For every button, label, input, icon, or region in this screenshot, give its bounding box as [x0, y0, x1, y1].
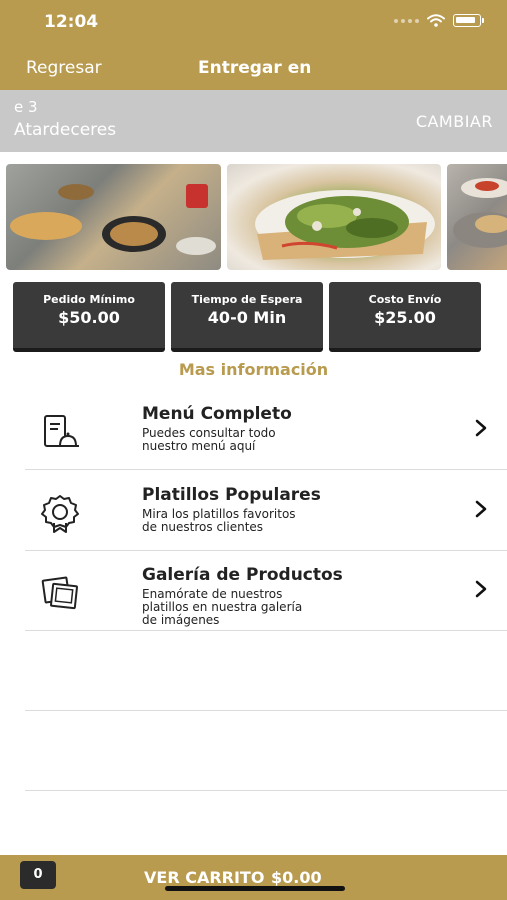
card-value: $50.00: [58, 308, 120, 327]
status-icons: [394, 14, 484, 27]
row-description: Mira los platillos favoritos de nuestros…: [142, 507, 296, 534]
wifi-icon: [427, 14, 445, 27]
row-description: Enamórate de nuestros platillos en nuest…: [142, 587, 303, 627]
menu-row-popular-dishes[interactable]: Platillos Populares Mira los platillos f…: [25, 471, 507, 551]
food-photo[interactable]: [6, 164, 221, 270]
back-button[interactable]: Regresar: [26, 58, 102, 78]
award-ribbon-icon: [41, 495, 79, 533]
cart-count-badge: 0: [20, 861, 56, 889]
menu-row-full-menu[interactable]: Menú Completo Puedes consultar todo nues…: [25, 390, 507, 470]
more-info-link[interactable]: Mas información: [0, 360, 507, 379]
page-title: Entregar en: [198, 58, 312, 78]
card-value: 40-0 Min: [207, 308, 287, 327]
card-label: Pedido Mínimo: [43, 293, 135, 306]
address-line-2: Atardeceres: [14, 120, 117, 140]
row-title: Platillos Populares: [142, 485, 321, 505]
wait-time-card: Tiempo de Espera 40-0 Min: [171, 282, 323, 352]
food-photo[interactable]: [227, 164, 441, 270]
menu-document-icon: [44, 415, 79, 447]
food-photo[interactable]: [447, 164, 507, 270]
status-bar: 12:04: [0, 0, 507, 46]
cart-total: $0.00: [271, 868, 322, 887]
view-cart-bar[interactable]: 0 VER CARRITO $0.00: [0, 855, 507, 900]
change-address-button[interactable]: CAMBIAR: [416, 112, 493, 131]
photo-carousel[interactable]: [0, 164, 507, 270]
row-title: Galería de Productos: [142, 565, 343, 585]
nav-bar: Regresar Entregar en: [0, 46, 507, 90]
signal-icon: [394, 18, 419, 23]
home-indicator: [165, 886, 345, 891]
row-description: Puedes consultar todo nuestro menú aquí: [142, 426, 276, 453]
empty-list-row: [25, 631, 507, 711]
delivery-cost-card: Costo Envío $25.00: [329, 282, 481, 352]
status-time: 12:04: [44, 12, 99, 32]
chevron-right-icon: [475, 500, 487, 518]
minimum-order-card: Pedido Mínimo $50.00: [13, 282, 165, 352]
empty-list-row: [25, 711, 507, 791]
delivery-address: e 3 Atardeceres CAMBIAR: [0, 90, 507, 152]
chevron-right-icon: [475, 419, 487, 437]
row-title: Menú Completo: [142, 404, 292, 424]
card-label: Tiempo de Espera: [191, 293, 303, 306]
photo-gallery-icon: [41, 576, 78, 610]
chevron-right-icon: [475, 580, 487, 598]
view-cart-button[interactable]: VER CARRITO: [144, 868, 264, 887]
battery-icon: [453, 14, 484, 27]
card-label: Costo Envío: [368, 293, 442, 306]
card-value: $25.00: [374, 308, 436, 327]
menu-row-product-gallery[interactable]: Galería de Productos Enamórate de nuestr…: [25, 551, 507, 631]
address-line-1: e 3: [14, 98, 38, 116]
